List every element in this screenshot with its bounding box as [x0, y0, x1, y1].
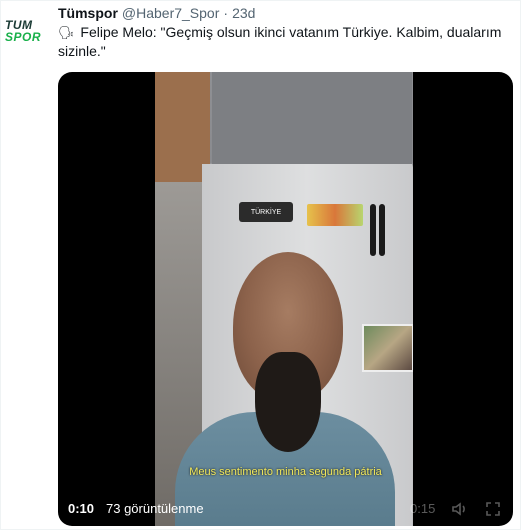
author-name[interactable]: Tümspor [58, 5, 118, 21]
current-time: 0:10 [68, 501, 95, 516]
timestamp[interactable]: 23d [232, 5, 255, 21]
marker-right [379, 204, 385, 256]
avatar-line2: SPOR [5, 30, 42, 44]
turkiye-magnet: TÜRKİYE [239, 202, 293, 222]
tweet-body: Felipe Melo: "Geçmiş olsun ikinci vatanı… [58, 24, 502, 59]
marker-left [370, 204, 376, 256]
fullscreen-icon[interactable] [483, 499, 503, 519]
view-count: 73 görüntülenme [106, 501, 204, 516]
video-frame[interactable]: TÜRKİYE [155, 72, 413, 526]
tweet-card[interactable]: TUM SPOR Tümspor @Haber7_Spor · 23d 🗣 Fe… [0, 0, 521, 530]
avatar[interactable]: TUM SPOR [5, 11, 45, 51]
tweet-header: Tümspor @Haber7_Spor · 23d [58, 5, 255, 21]
remaining-time: 0:15 [410, 501, 436, 516]
author-handle[interactable]: @Haber7_Spor [122, 5, 220, 21]
kitchen-cabinet-top [212, 72, 412, 166]
colorful-magnet [307, 204, 363, 226]
photo-magnet [362, 324, 413, 372]
video-controls: 0:10 73 görüntülenme 0:15 [58, 496, 513, 526]
person-beard [255, 352, 321, 452]
speaking-head-icon: 🗣 [58, 25, 75, 40]
video-subtitle: Meus sentimento minha segunda pátria [189, 466, 382, 478]
video-player[interactable]: TÜRKİYE Meus sentimento minha segunda pá… [58, 72, 513, 526]
audio-settings-icon[interactable] [450, 499, 470, 519]
tweet-text: 🗣 Felipe Melo: "Geçmiş olsun ikinci vata… [58, 23, 508, 61]
separator-dot: · [223, 5, 229, 21]
